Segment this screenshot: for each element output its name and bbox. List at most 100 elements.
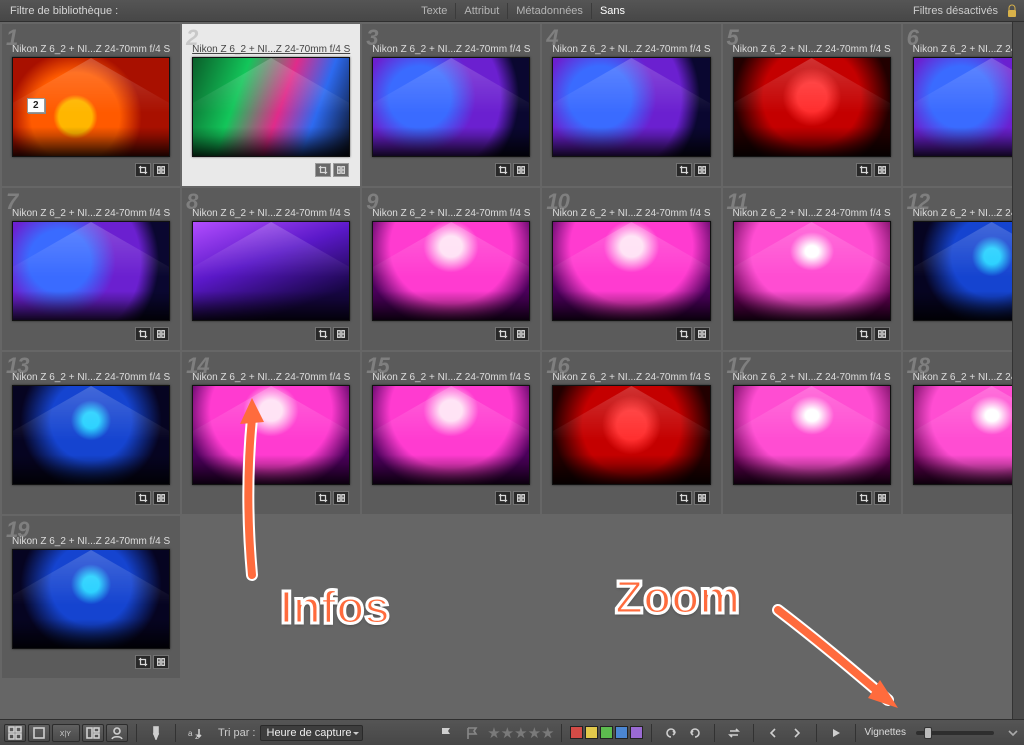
slideshow-button[interactable] bbox=[825, 724, 847, 742]
thumbnail-image[interactable] bbox=[372, 57, 530, 157]
thumbnail-image[interactable] bbox=[12, 221, 170, 321]
filter-title: Filtre de bibliothèque : bbox=[10, 5, 118, 17]
thumbnail-image[interactable] bbox=[192, 385, 350, 485]
thumbnail-caption: Nikon Z 6_2 + NI...Z 24-70mm f/4 S bbox=[903, 44, 1012, 57]
sync-button[interactable] bbox=[723, 724, 745, 742]
sort-label: Tri par : bbox=[218, 727, 256, 739]
rotate-ccw-button[interactable] bbox=[660, 724, 682, 742]
label-red[interactable] bbox=[570, 726, 583, 739]
thumbnail-cell[interactable]: 4 Nikon Z 6_2 + NI...Z 24-70mm f/4 S bbox=[542, 24, 720, 186]
thumbnail-cell[interactable]: 19 Nikon Z 6_2 + NI...Z 24-70mm f/4 S bbox=[2, 516, 180, 678]
filter-tab-none[interactable]: Sans bbox=[591, 3, 633, 19]
label-blue[interactable] bbox=[615, 726, 628, 739]
thumbnail-cell[interactable]: 9 Nikon Z 6_2 + NI...Z 24-70mm f/4 S bbox=[362, 188, 540, 350]
filter-tabs: Texte Attribut Métadonnées Sans bbox=[413, 3, 913, 19]
crop-badge-icon bbox=[676, 327, 692, 341]
thumbnail-image[interactable] bbox=[372, 385, 530, 485]
painter-tool-button[interactable] bbox=[145, 724, 167, 742]
develop-badge-icon bbox=[694, 491, 710, 505]
thumbnail-cell[interactable]: 6 Nikon Z 6_2 + NI...Z 24-70mm f/4 S bbox=[903, 24, 1012, 186]
thumbnail-image[interactable] bbox=[913, 57, 1012, 157]
thumbnail-size-slider[interactable] bbox=[916, 731, 994, 735]
thumbnail-caption: Nikon Z 6_2 + NI...Z 24-70mm f/4 S bbox=[182, 372, 360, 385]
thumbnail-caption: Nikon Z 6_2 + NI...Z 24-70mm f/4 S bbox=[362, 372, 540, 385]
develop-badge-icon bbox=[333, 163, 349, 177]
thumbnail-image[interactable] bbox=[12, 549, 170, 649]
stack-count[interactable]: 2 bbox=[27, 98, 45, 113]
thumbnail-cell[interactable]: 15 Nikon Z 6_2 + NI...Z 24-70mm f/4 S bbox=[362, 352, 540, 514]
thumbnail-image[interactable] bbox=[733, 221, 891, 321]
crop-badge-icon bbox=[495, 163, 511, 177]
view-compare-button[interactable]: X|Y bbox=[52, 724, 80, 742]
thumbnail-caption: Nikon Z 6_2 + NI...Z 24-70mm f/4 S bbox=[2, 536, 180, 549]
flag-reject-button[interactable] bbox=[461, 724, 483, 742]
thumbnail-cell[interactable]: 5 Nikon Z 6_2 + NI...Z 24-70mm f/4 S bbox=[723, 24, 901, 186]
thumbnail-cell[interactable]: 18 Nikon Z 6_2 + NI...Z 24-70mm f/4 S bbox=[903, 352, 1012, 514]
thumbnail-image[interactable] bbox=[552, 385, 710, 485]
thumbnail-image[interactable] bbox=[913, 221, 1012, 321]
develop-badge-icon bbox=[513, 163, 529, 177]
flag-pick-button[interactable] bbox=[435, 724, 457, 742]
thumbnail-cell[interactable]: 3 Nikon Z 6_2 + NI...Z 24-70mm f/4 S bbox=[362, 24, 540, 186]
thumbnail-caption: Nikon Z 6_2 + NI...Z 24-70mm f/4 S bbox=[182, 44, 360, 57]
develop-badge-icon bbox=[333, 327, 349, 341]
label-yellow[interactable] bbox=[585, 726, 598, 739]
thumbnail-cell[interactable]: 14 Nikon Z 6_2 + NI...Z 24-70mm f/4 S bbox=[182, 352, 360, 514]
thumbnail-image[interactable] bbox=[552, 57, 710, 157]
toolbar-disclosure-icon[interactable] bbox=[1006, 728, 1020, 738]
thumbnail-image[interactable] bbox=[913, 385, 1012, 485]
thumbnail-caption: Nikon Z 6_2 + NI...Z 24-70mm f/4 S bbox=[723, 44, 901, 57]
svg-text:X|Y: X|Y bbox=[60, 731, 71, 738]
thumbnail-cell[interactable]: 17 Nikon Z 6_2 + NI...Z 24-70mm f/4 S bbox=[723, 352, 901, 514]
thumbnail-cell[interactable]: 2 Nikon Z 6_2 + NI...Z 24-70mm f/4 S bbox=[182, 24, 360, 186]
thumbnail-cell[interactable]: 16 Nikon Z 6_2 + NI...Z 24-70mm f/4 S bbox=[542, 352, 720, 514]
scrollbar[interactable] bbox=[1012, 22, 1024, 719]
view-people-button[interactable] bbox=[106, 724, 128, 742]
develop-badge-icon bbox=[153, 163, 169, 177]
thumbnail-cell[interactable]: 8 Nikon Z 6_2 + NI...Z 24-70mm f/4 S bbox=[182, 188, 360, 350]
view-survey-button[interactable] bbox=[82, 724, 104, 742]
filter-tab-attribute[interactable]: Attribut bbox=[455, 3, 507, 19]
thumbnail-image[interactable]: 2 bbox=[12, 57, 170, 157]
filter-tab-text[interactable]: Texte bbox=[413, 3, 455, 19]
thumbnail-cell[interactable]: 1 Nikon Z 6_2 + NI...Z 24-70mm f/4 S 2 bbox=[2, 24, 180, 186]
develop-badge-icon bbox=[513, 327, 529, 341]
rotate-cw-button[interactable] bbox=[684, 724, 706, 742]
thumbnail-image[interactable] bbox=[733, 57, 891, 157]
view-loupe-button[interactable] bbox=[28, 724, 50, 742]
svg-text:a: a bbox=[188, 729, 193, 738]
nav-next-button[interactable] bbox=[786, 724, 808, 742]
filter-tab-metadata[interactable]: Métadonnées bbox=[507, 3, 591, 19]
develop-badge-icon bbox=[874, 163, 890, 177]
thumbnail-grid[interactable]: 1 Nikon Z 6_2 + NI...Z 24-70mm f/4 S 2 2… bbox=[0, 22, 1012, 719]
develop-badge-icon bbox=[694, 327, 710, 341]
nav-prev-button[interactable] bbox=[762, 724, 784, 742]
sort-direction-button[interactable]: az bbox=[184, 724, 206, 742]
rating-stars[interactable]: ★★★★★ bbox=[487, 724, 553, 742]
thumbnail-image[interactable] bbox=[12, 385, 170, 485]
thumbnail-cell[interactable]: 7 Nikon Z 6_2 + NI...Z 24-70mm f/4 S bbox=[2, 188, 180, 350]
lock-icon[interactable] bbox=[1006, 4, 1018, 18]
develop-badge-icon bbox=[874, 327, 890, 341]
bottom-toolbar: X|Y az Tri par : Heure de capture ★★★★★ … bbox=[0, 719, 1024, 745]
thumbnail-caption: Nikon Z 6_2 + NI...Z 24-70mm f/4 S bbox=[362, 208, 540, 221]
label-green[interactable] bbox=[600, 726, 613, 739]
label-purple[interactable] bbox=[630, 726, 643, 739]
thumbnail-image[interactable] bbox=[733, 385, 891, 485]
library-filter-bar: Filtre de bibliothèque : Texte Attribut … bbox=[0, 0, 1024, 22]
thumbnail-cell[interactable]: 10 Nikon Z 6_2 + NI...Z 24-70mm f/4 S bbox=[542, 188, 720, 350]
thumbnail-caption: Nikon Z 6_2 + NI...Z 24-70mm f/4 S bbox=[182, 208, 360, 221]
filters-status[interactable]: Filtres désactivés bbox=[913, 5, 998, 17]
sort-dropdown[interactable]: Heure de capture bbox=[260, 725, 363, 741]
thumbnail-cell[interactable]: 12 Nikon Z 6_2 + NI...Z 24-70mm f/4 S bbox=[903, 188, 1012, 350]
thumbnail-caption: Nikon Z 6_2 + NI...Z 24-70mm f/4 S bbox=[2, 208, 180, 221]
thumbnail-caption: Nikon Z 6_2 + NI...Z 24-70mm f/4 S bbox=[723, 372, 901, 385]
thumbnail-image[interactable] bbox=[192, 221, 350, 321]
thumbnail-cell[interactable]: 13 Nikon Z 6_2 + NI...Z 24-70mm f/4 S bbox=[2, 352, 180, 514]
crop-badge-icon bbox=[135, 655, 151, 669]
thumbnail-image[interactable] bbox=[372, 221, 530, 321]
thumbnail-image[interactable] bbox=[552, 221, 710, 321]
view-grid-button[interactable] bbox=[4, 724, 26, 742]
thumbnail-image[interactable] bbox=[192, 57, 350, 157]
thumbnail-cell[interactable]: 11 Nikon Z 6_2 + NI...Z 24-70mm f/4 S bbox=[723, 188, 901, 350]
